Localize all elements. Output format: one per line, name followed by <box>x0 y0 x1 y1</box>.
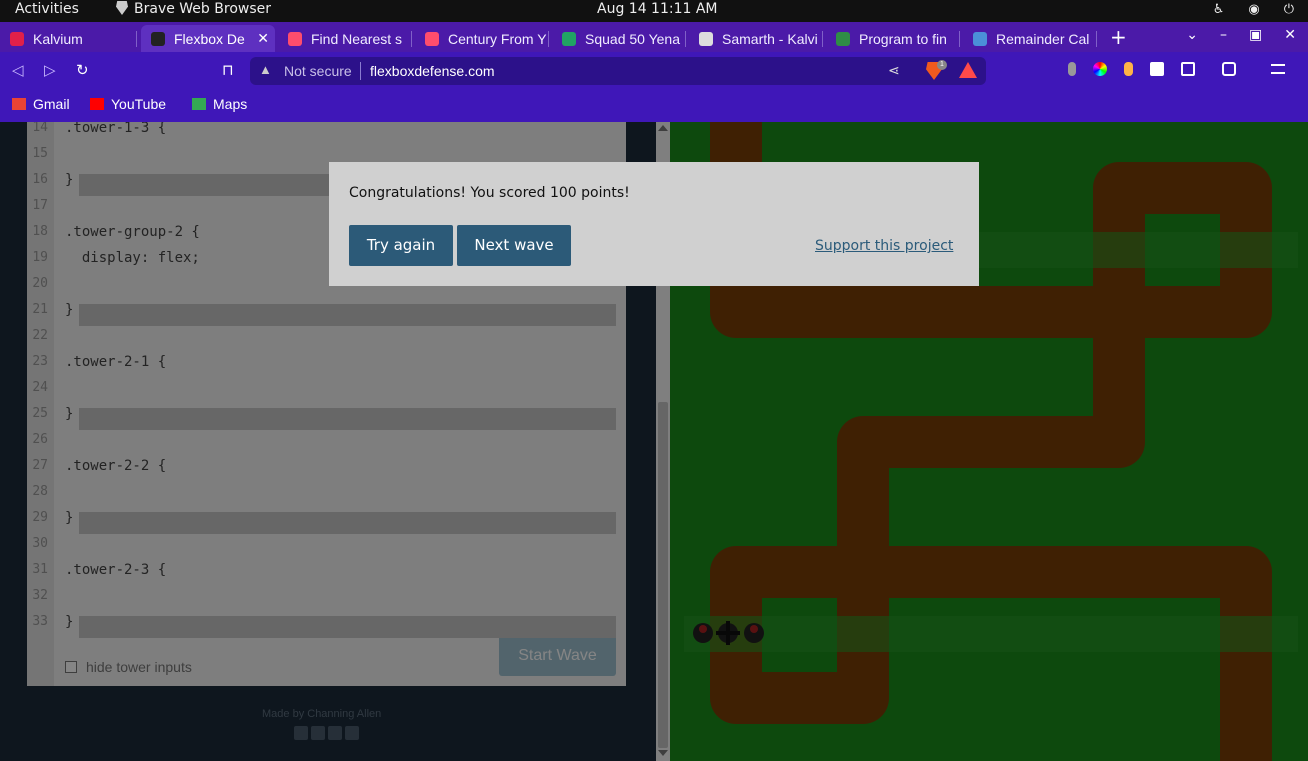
sidebar-icon[interactable] <box>1181 62 1195 76</box>
tab-favicon-icon <box>562 31 576 46</box>
tab-label: Flexbox De <box>174 30 245 47</box>
extension-icons <box>1068 62 1285 76</box>
extension-orange-icon[interactable] <box>1124 62 1133 76</box>
tab-5[interactable]: Squad 50 Yena <box>552 25 686 52</box>
youtube-icon <box>90 98 104 110</box>
bookmarks-bar: Gmail YouTube Maps <box>0 90 1308 122</box>
gmail-icon <box>12 98 26 110</box>
tab-7[interactable]: Program to fin <box>826 25 960 52</box>
app-menu[interactable]: Brave Web Browser <box>116 1 271 17</box>
extensions-puzzle-icon[interactable] <box>1150 62 1164 76</box>
clock[interactable]: Aug 14 11:11 AM <box>597 1 718 17</box>
tab-favicon-icon <box>699 31 713 46</box>
close-window-icon[interactable]: ✕ <box>1284 27 1296 43</box>
tab-1[interactable]: Kalvium <box>0 25 137 52</box>
back-icon[interactable]: ◁ <box>12 61 24 79</box>
new-tab-button[interactable]: + <box>1110 25 1127 49</box>
tab-label: Century From Y <box>448 30 547 47</box>
tab-favicon-icon <box>151 31 165 46</box>
next-wave-button[interactable]: Next wave <box>457 225 571 266</box>
bookmark-label: YouTube <box>111 96 167 112</box>
brave-icon <box>116 1 128 15</box>
power-icon[interactable]: ⏻ <box>1284 2 1294 17</box>
congratulations-dialog: Congratulations! You scored 100 points! … <box>329 162 979 286</box>
tab-8[interactable]: Remainder Cal <box>963 25 1097 52</box>
forward-icon[interactable]: ▷ <box>44 61 56 79</box>
security-label[interactable]: Not secure <box>284 63 352 79</box>
tab-label: Samarth - Kalvi <box>722 30 818 47</box>
support-project-link[interactable]: Support this project <box>815 238 953 254</box>
bookmark-youtube[interactable]: YouTube <box>90 96 166 112</box>
tab-label: Remainder Cal <box>996 30 1090 47</box>
tab-list-icon[interactable]: ⌄ <box>1186 27 1198 43</box>
address-divider <box>360 62 361 80</box>
tab-separator <box>822 31 823 47</box>
tab-6[interactable]: Samarth - Kalvi <box>689 25 823 52</box>
score-message: Congratulations! You scored 100 points! <box>349 185 630 201</box>
tab-bar: + ⌄ – ▣ ✕ Kalvium Flexbox De ✕ Find Nearest… <box>0 22 1308 52</box>
brave-rewards-icon[interactable] <box>959 62 977 78</box>
menu-icon[interactable] <box>1271 64 1285 74</box>
tab-favicon-icon <box>425 31 439 46</box>
activities-button[interactable]: Activities <box>15 1 79 17</box>
tab-favicon-icon <box>973 31 987 46</box>
address-bar[interactable]: ▲ Not secure flexboxdefense.com ⋖ 1 <box>250 57 986 85</box>
window-controls: ⌄ – ▣ ✕ <box>1186 27 1296 43</box>
warning-icon[interactable]: ▲ <box>259 62 272 77</box>
accessibility-icon[interactable]: ♿ <box>1213 2 1225 17</box>
extension-mouse-icon[interactable] <box>1068 62 1076 76</box>
share-icon[interactable]: ⋖ <box>888 62 900 79</box>
system-tray[interactable]: ♿ ◉ ⏻ <box>1213 2 1294 17</box>
bookmark-label: Maps <box>213 96 248 112</box>
tab-favicon-icon <box>10 31 24 46</box>
tab-separator <box>1096 31 1097 47</box>
tab-separator <box>136 31 137 47</box>
tab-3[interactable]: Find Nearest s <box>278 25 412 52</box>
wallet-icon[interactable] <box>1222 62 1236 76</box>
tab-separator <box>685 31 686 47</box>
tab-label: Program to fin <box>859 30 947 47</box>
tab-4[interactable]: Century From Y <box>415 25 549 52</box>
tab-label: Squad 50 Yena <box>585 30 680 47</box>
tab-separator <box>959 31 960 47</box>
tab-separator <box>411 31 412 47</box>
shields-count-badge: 1 <box>937 60 947 70</box>
bookmark-gmail[interactable]: Gmail <box>12 96 70 112</box>
tab-2[interactable]: Flexbox De ✕ <box>141 25 275 52</box>
tab-close-icon[interactable]: ✕ <box>257 30 269 47</box>
maximize-icon[interactable]: ▣ <box>1249 27 1262 43</box>
reload-icon[interactable]: ↻ <box>76 61 89 79</box>
url-text[interactable]: flexboxdefense.com <box>370 63 495 79</box>
tab-separator <box>548 31 549 47</box>
tab-label: Kalvium <box>33 30 83 47</box>
try-again-button[interactable]: Try again <box>349 225 453 266</box>
bookmark-icon[interactable]: ⊓ <box>222 61 234 79</box>
minimize-icon[interactable]: – <box>1220 27 1227 43</box>
bookmark-maps[interactable]: Maps <box>192 96 247 112</box>
bookmark-label: Gmail <box>33 96 70 112</box>
navigation-bar: ◁ ▷ ↻ ⊓ ▲ Not secure flexboxdefense.com … <box>0 52 1308 90</box>
wifi-icon[interactable]: ◉ <box>1248 2 1259 17</box>
tab-label: Find Nearest s <box>311 30 403 47</box>
extension-color-icon[interactable] <box>1093 62 1107 76</box>
maps-icon <box>192 98 206 110</box>
os-top-bar: Activities Brave Web Browser Aug 14 11:1… <box>0 0 1308 22</box>
app-name: Brave Web Browser <box>134 1 271 17</box>
tab-favicon-icon <box>836 31 850 46</box>
tab-favicon-icon <box>288 31 302 46</box>
web-page: hide tower inputs Start Wave 14 .tower-1-… <box>0 122 1308 761</box>
